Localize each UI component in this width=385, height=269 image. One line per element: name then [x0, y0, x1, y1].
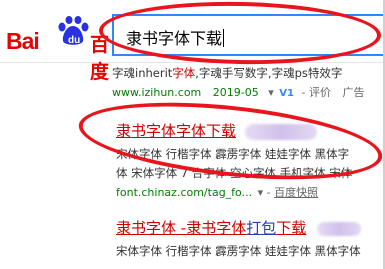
logo-text-cn: 百度	[90, 34, 110, 83]
search-input[interactable]: 隶书字体下载	[112, 14, 385, 56]
title-part-b[interactable]: 隶书字体	[186, 219, 246, 237]
separator-dot: ▾	[268, 86, 274, 99]
ad-label: 广告	[342, 86, 365, 99]
logo-text-du: du	[68, 35, 81, 46]
title-part-c[interactable]: 打包	[246, 219, 276, 237]
result-2-title[interactable]: 隶书字体字体下载	[116, 120, 318, 141]
review-link[interactable]: 评价	[309, 86, 331, 99]
text-caret	[223, 29, 225, 47]
logo-text-latin: Bai	[6, 28, 40, 54]
result-url[interactable]: www.izihun.com	[112, 86, 201, 99]
result-2-meta: font.chinaz.com/tag_fo... ▾ - 百度快照	[116, 184, 318, 200]
redacted-blur	[245, 123, 318, 140]
result-3-title[interactable]: 隶书字体 -隶书字体打包下载	[116, 217, 362, 238]
snippet-rest: ,字魂手写数字,字魂ps特效字	[195, 66, 343, 80]
title-part-d[interactable]: 下载	[276, 219, 306, 237]
result-2-desc-line1: 宋体字体 行楷字体 霹雳字体 娃娃字体 黑体字	[116, 147, 350, 161]
search-query-wrapper: 隶书字体下载	[126, 25, 225, 49]
result-2-desc-line2: 体 宋体字体 7 合字体 空心字体 手机字体 宋体	[116, 166, 353, 180]
search-header: Bai du 百度 隶书字体下载	[0, 0, 385, 83]
snippet-highlight: 字体	[172, 66, 196, 80]
result-ad-snippet: 字魂inherit字体,字魂手写数字,字魂ps特效字	[112, 65, 342, 81]
separator-dash: -	[301, 86, 306, 99]
result-ad-meta: www.izihun.com 2019-05 ▾ V1 - 评价 广告	[112, 84, 364, 100]
redacted-blur	[317, 221, 362, 236]
result-date: 2019-05	[212, 86, 259, 99]
result-url[interactable]: font.chinaz.com/tag_fo...	[116, 186, 252, 199]
result-title-link[interactable]: 隶书字体字体下载	[116, 122, 236, 140]
result-3-desc-line1: 宋体字体 行楷字体 霹雳字体 娃娃字体 黑体字体	[116, 244, 361, 258]
cache-link[interactable]: 百度快照	[274, 186, 318, 199]
separator-dash: -	[266, 186, 271, 199]
title-part-a[interactable]: 隶书字体	[116, 219, 176, 237]
chevron-down-icon[interactable]: ▾	[258, 186, 264, 199]
baidu-logo[interactable]: Bai du 百度	[6, 14, 110, 83]
search-query-text: 隶书字体下载	[126, 29, 223, 48]
v1-badge[interactable]: V1	[279, 88, 294, 99]
screenshot-frame: Bai du 百度 隶书字体下载 字魂inherit字体,字魂手写数字,字魂ps…	[0, 0, 385, 269]
title-separator[interactable]: -	[176, 219, 186, 237]
snippet-prefix: 字魂inherit	[112, 66, 173, 80]
